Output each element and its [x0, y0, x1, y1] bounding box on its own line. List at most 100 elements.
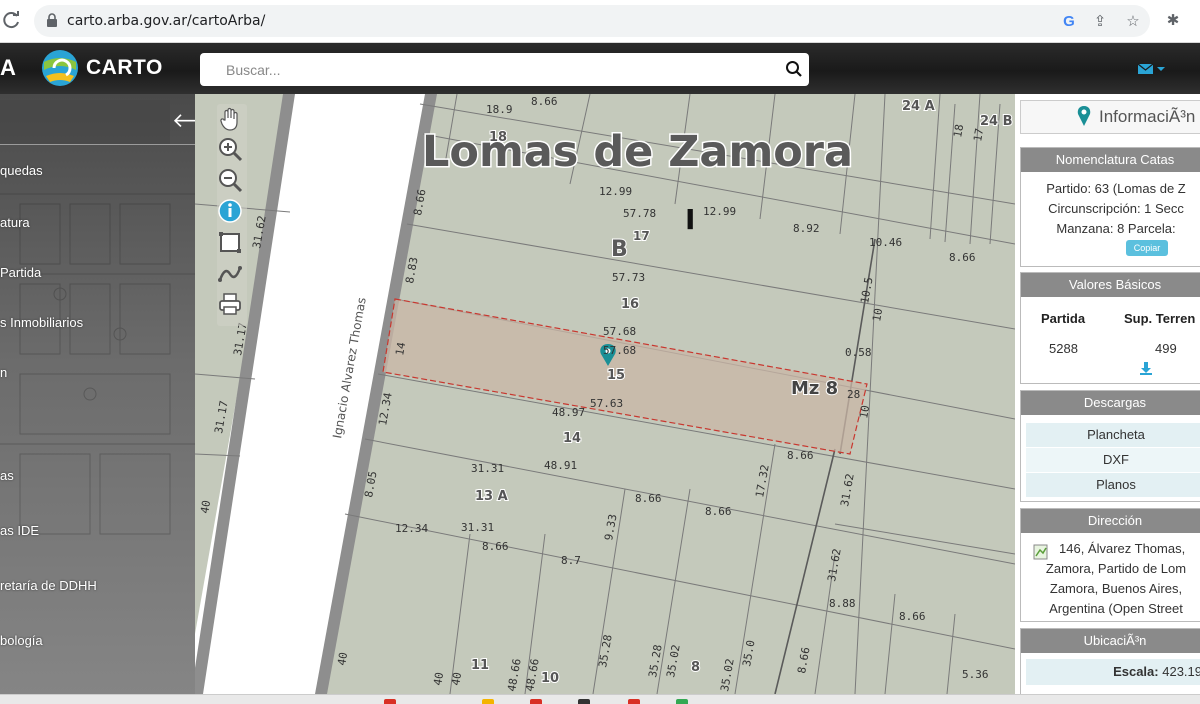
taskbar-app-icon[interactable] — [384, 699, 396, 704]
parcel-number: 11 — [471, 658, 489, 673]
valores-section: Valores Básicos Partida Sup. Terren 5288… — [1020, 272, 1200, 384]
app-root: carto.arba.gov.ar/cartoArba/ G ⇪ ☆ ✱ A C… — [0, 0, 1200, 704]
measure-label: 35.02 — [664, 644, 683, 679]
measure-icon[interactable] — [217, 260, 243, 286]
download-dxf[interactable]: DXF — [1026, 448, 1200, 472]
sidebar-item-simbologia[interactable]: bología — [0, 633, 43, 648]
zoom-out-icon[interactable] — [217, 167, 243, 193]
parcel-number: 17 — [633, 229, 650, 243]
measure-label: 8.7 — [561, 554, 581, 567]
nomenclatura-header[interactable]: Nomenclatura Catas — [1021, 148, 1200, 172]
measure-label: 10 — [870, 307, 885, 322]
measure-label: 10 — [857, 404, 872, 419]
measure-label: 18 — [951, 123, 966, 138]
measure-label: 8.88 — [829, 597, 856, 610]
sidebar-item-nomenclatura[interactable]: atura — [0, 215, 30, 230]
measure-label: 14 — [393, 341, 408, 357]
sidebar-item-capas-ide[interactable]: as IDE — [0, 523, 39, 538]
measure-label: 31.17 — [212, 400, 231, 435]
download-icon[interactable] — [1139, 361, 1153, 375]
url-text[interactable]: carto.arba.gov.ar/cartoArba/ — [67, 13, 265, 29]
sidebar-banner — [0, 100, 170, 144]
measure-label: 57.68 — [603, 325, 636, 338]
select-area-icon[interactable] — [217, 229, 243, 255]
extensions-icon[interactable]: ✱ — [1164, 12, 1182, 30]
carto-logo-icon — [42, 50, 78, 86]
mail-menu-icon[interactable] — [1136, 59, 1170, 79]
info-icon[interactable] — [217, 198, 243, 224]
parcel-number: 8 — [691, 660, 700, 675]
nomenclatura-section: Nomenclatura Catas Partido: 63 (Lomas de… — [1020, 147, 1200, 267]
taskbar-app-icon[interactable] — [628, 699, 640, 704]
measure-label: 48.97 — [552, 406, 585, 419]
search-icon[interactable] — [785, 60, 803, 78]
reload-icon[interactable] — [2, 10, 24, 32]
measure-label: 31.62 — [825, 548, 844, 583]
measure-label: 8.66 — [531, 95, 558, 108]
sidebar-item-partida[interactable]: Partida — [0, 265, 41, 280]
download-plancheta[interactable]: Plancheta — [1026, 423, 1200, 447]
star-icon[interactable]: ☆ — [1124, 13, 1142, 31]
valores-header[interactable]: Valores Básicos — [1021, 273, 1200, 297]
parcel-number: 24 B — [980, 114, 1013, 129]
direccion-header[interactable]: Dirección — [1021, 509, 1200, 533]
address-line: Zamora, Partido de Lom — [1045, 561, 1187, 576]
cadastral-map[interactable]: Lomas de Zamora I B Mz 8 Ignacio Alvarez… — [195, 94, 1015, 694]
header-edge-text: A — [0, 55, 16, 80]
parcel-number: 10 — [541, 671, 559, 686]
measure-label: 40 — [335, 651, 350, 666]
parcel-number: 16 — [621, 297, 639, 312]
map-canvas[interactable]: Lomas de Zamora I B Mz 8 Ignacio Alvarez… — [195, 94, 1015, 694]
scale-value: 423.19 — [1162, 664, 1200, 679]
block-label: Mz 8 — [791, 378, 838, 399]
sidebar-divider — [0, 144, 195, 145]
measure-label: 40 — [449, 671, 464, 686]
parcel-number: 24 A — [902, 99, 935, 114]
share-icon[interactable]: ⇪ — [1091, 13, 1109, 31]
measure-label: 8.66 — [705, 505, 732, 518]
descargas-header[interactable]: Descargas — [1021, 391, 1200, 415]
measure-label: 35.28 — [646, 644, 665, 679]
measure-label: 35.28 — [596, 634, 615, 669]
sidebar-item-inmobiliarios[interactable]: s Inmobiliarios — [0, 315, 83, 330]
hand-icon[interactable] — [217, 106, 243, 132]
zoom-in-icon[interactable] — [217, 136, 243, 162]
measure-label: 8.66 — [949, 251, 976, 264]
print-icon[interactable] — [217, 291, 243, 317]
partida-value: 5288 — [1049, 341, 1078, 356]
google-icon[interactable]: G — [1060, 13, 1078, 31]
search-input[interactable] — [200, 53, 770, 86]
info-title: InformaciÃ³n — [1099, 107, 1196, 126]
taskbar-app-icon[interactable] — [482, 699, 494, 704]
measure-label: 12.99 — [703, 205, 736, 218]
parcel-number: 18 — [489, 130, 507, 145]
nomenclatura-circunscripcion: Circunscripción: 1 Secc — [1048, 201, 1184, 216]
sidebar-item-ddhh[interactable]: retaría de DDHH — [0, 578, 97, 593]
logo-text: CARTO — [86, 56, 163, 79]
collapse-sidebar-icon[interactable]: 🡐 — [172, 108, 195, 133]
measure-label: 28 — [847, 388, 860, 401]
address-bar[interactable]: carto.arba.gov.ar/cartoArba/ G ⇪ ☆ — [34, 5, 1150, 37]
measure-label: 40 — [198, 499, 213, 514]
section-letter: B — [611, 237, 628, 262]
sidebar-item-informacion[interactable]: n — [0, 365, 7, 380]
lock-icon[interactable] — [46, 13, 58, 28]
taskbar — [0, 694, 1200, 704]
scale-label: Escala: — [1113, 664, 1159, 679]
measure-label: 12.99 — [599, 185, 632, 198]
sidebar-item-capas[interactable]: as — [0, 468, 14, 483]
measure-label: 8.92 — [793, 222, 820, 235]
download-planos[interactable]: Planos — [1026, 473, 1200, 497]
measure-label: 35.02 — [718, 658, 737, 693]
measure-label: 8.66 — [482, 540, 509, 553]
parcel-number: 13 A — [475, 489, 508, 504]
sidebar-item-busquedas[interactable]: quedas — [0, 163, 43, 178]
taskbar-app-icon[interactable] — [578, 699, 590, 704]
measure-label: 57.68 — [603, 344, 636, 357]
app-header: A CARTO — [0, 43, 1200, 94]
taskbar-app-icon[interactable] — [530, 699, 542, 704]
taskbar-app-icon[interactable] — [676, 699, 688, 704]
ubicacion-header[interactable]: UbicaciÃ³n — [1021, 629, 1200, 653]
measure-label: 48.66 — [505, 658, 524, 693]
copy-button[interactable]: Copiar — [1126, 240, 1168, 256]
